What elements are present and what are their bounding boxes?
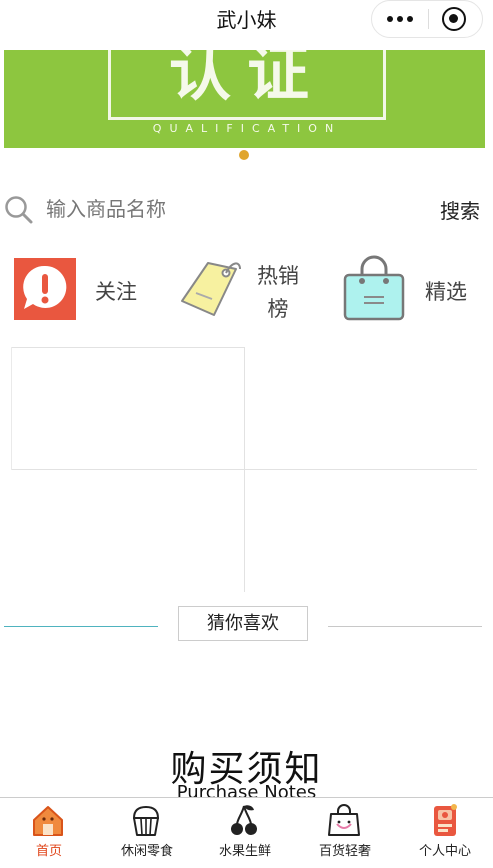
tab-fruits-label: 水果生鲜 [218, 844, 271, 859]
shopping-bag-icon [343, 255, 405, 321]
search-input[interactable] [46, 194, 406, 224]
navigation-bar: 武小妹 [0, 0, 493, 38]
tab-home-label: 首页 [35, 844, 62, 859]
carousel-indicator-dot[interactable] [239, 150, 249, 160]
category-featured[interactable]: 精选 [340, 255, 480, 330]
divider-left [4, 626, 158, 627]
bag-icon [328, 804, 360, 836]
grid-line-middle [11, 469, 477, 470]
category-featured-label: 精选 [425, 280, 467, 304]
search-button[interactable]: 搜索 [440, 195, 480, 224]
alert-bubble-icon [14, 258, 76, 320]
category-follow[interactable]: 关注 [12, 255, 162, 330]
category-follow-label: 关注 [95, 280, 137, 304]
tab-profile-label: 个人中心 [418, 844, 471, 859]
more-icon[interactable] [372, 1, 428, 37]
banner-title: 认证 [168, 50, 325, 109]
mini-program-capsule [371, 0, 483, 38]
tab-snacks[interactable]: 休闲零食 [98, 798, 196, 868]
tab-goods-label: 百货轻奢 [318, 844, 371, 859]
cherry-icon [231, 805, 257, 835]
tab-fruits[interactable]: 水果生鲜 [196, 798, 294, 868]
price-tag-icon [181, 262, 241, 316]
tab-goods[interactable]: 百货轻奢 [296, 798, 394, 868]
close-icon[interactable] [442, 7, 466, 31]
tab-profile[interactable]: 个人中心 [396, 798, 493, 868]
tab-snacks-label: 休闲零食 [120, 844, 173, 859]
capsule-divider [428, 9, 429, 29]
grid-line-left [11, 347, 12, 470]
divider-right [328, 626, 482, 627]
category-hot-sales[interactable]: 热销 榜 [176, 255, 316, 330]
search-icon [5, 196, 33, 224]
home-icon [33, 806, 63, 836]
category-hot-sales-label: 热销 榜 [257, 264, 299, 321]
guess-you-like-heading: 猜你喜欢 [178, 606, 308, 641]
cupcake-icon [132, 805, 160, 836]
tab-bar: 首页 休闲零食 水果生鲜 百货轻奢 个人中心 [0, 797, 493, 868]
grid-line-top [11, 347, 244, 348]
banner-subtitle: QUALIFICATION [152, 122, 342, 135]
user-card-icon [434, 804, 457, 836]
banner-carousel[interactable]: 认证 QUALIFICATION [4, 50, 485, 148]
tab-home[interactable]: 首页 [0, 798, 98, 868]
